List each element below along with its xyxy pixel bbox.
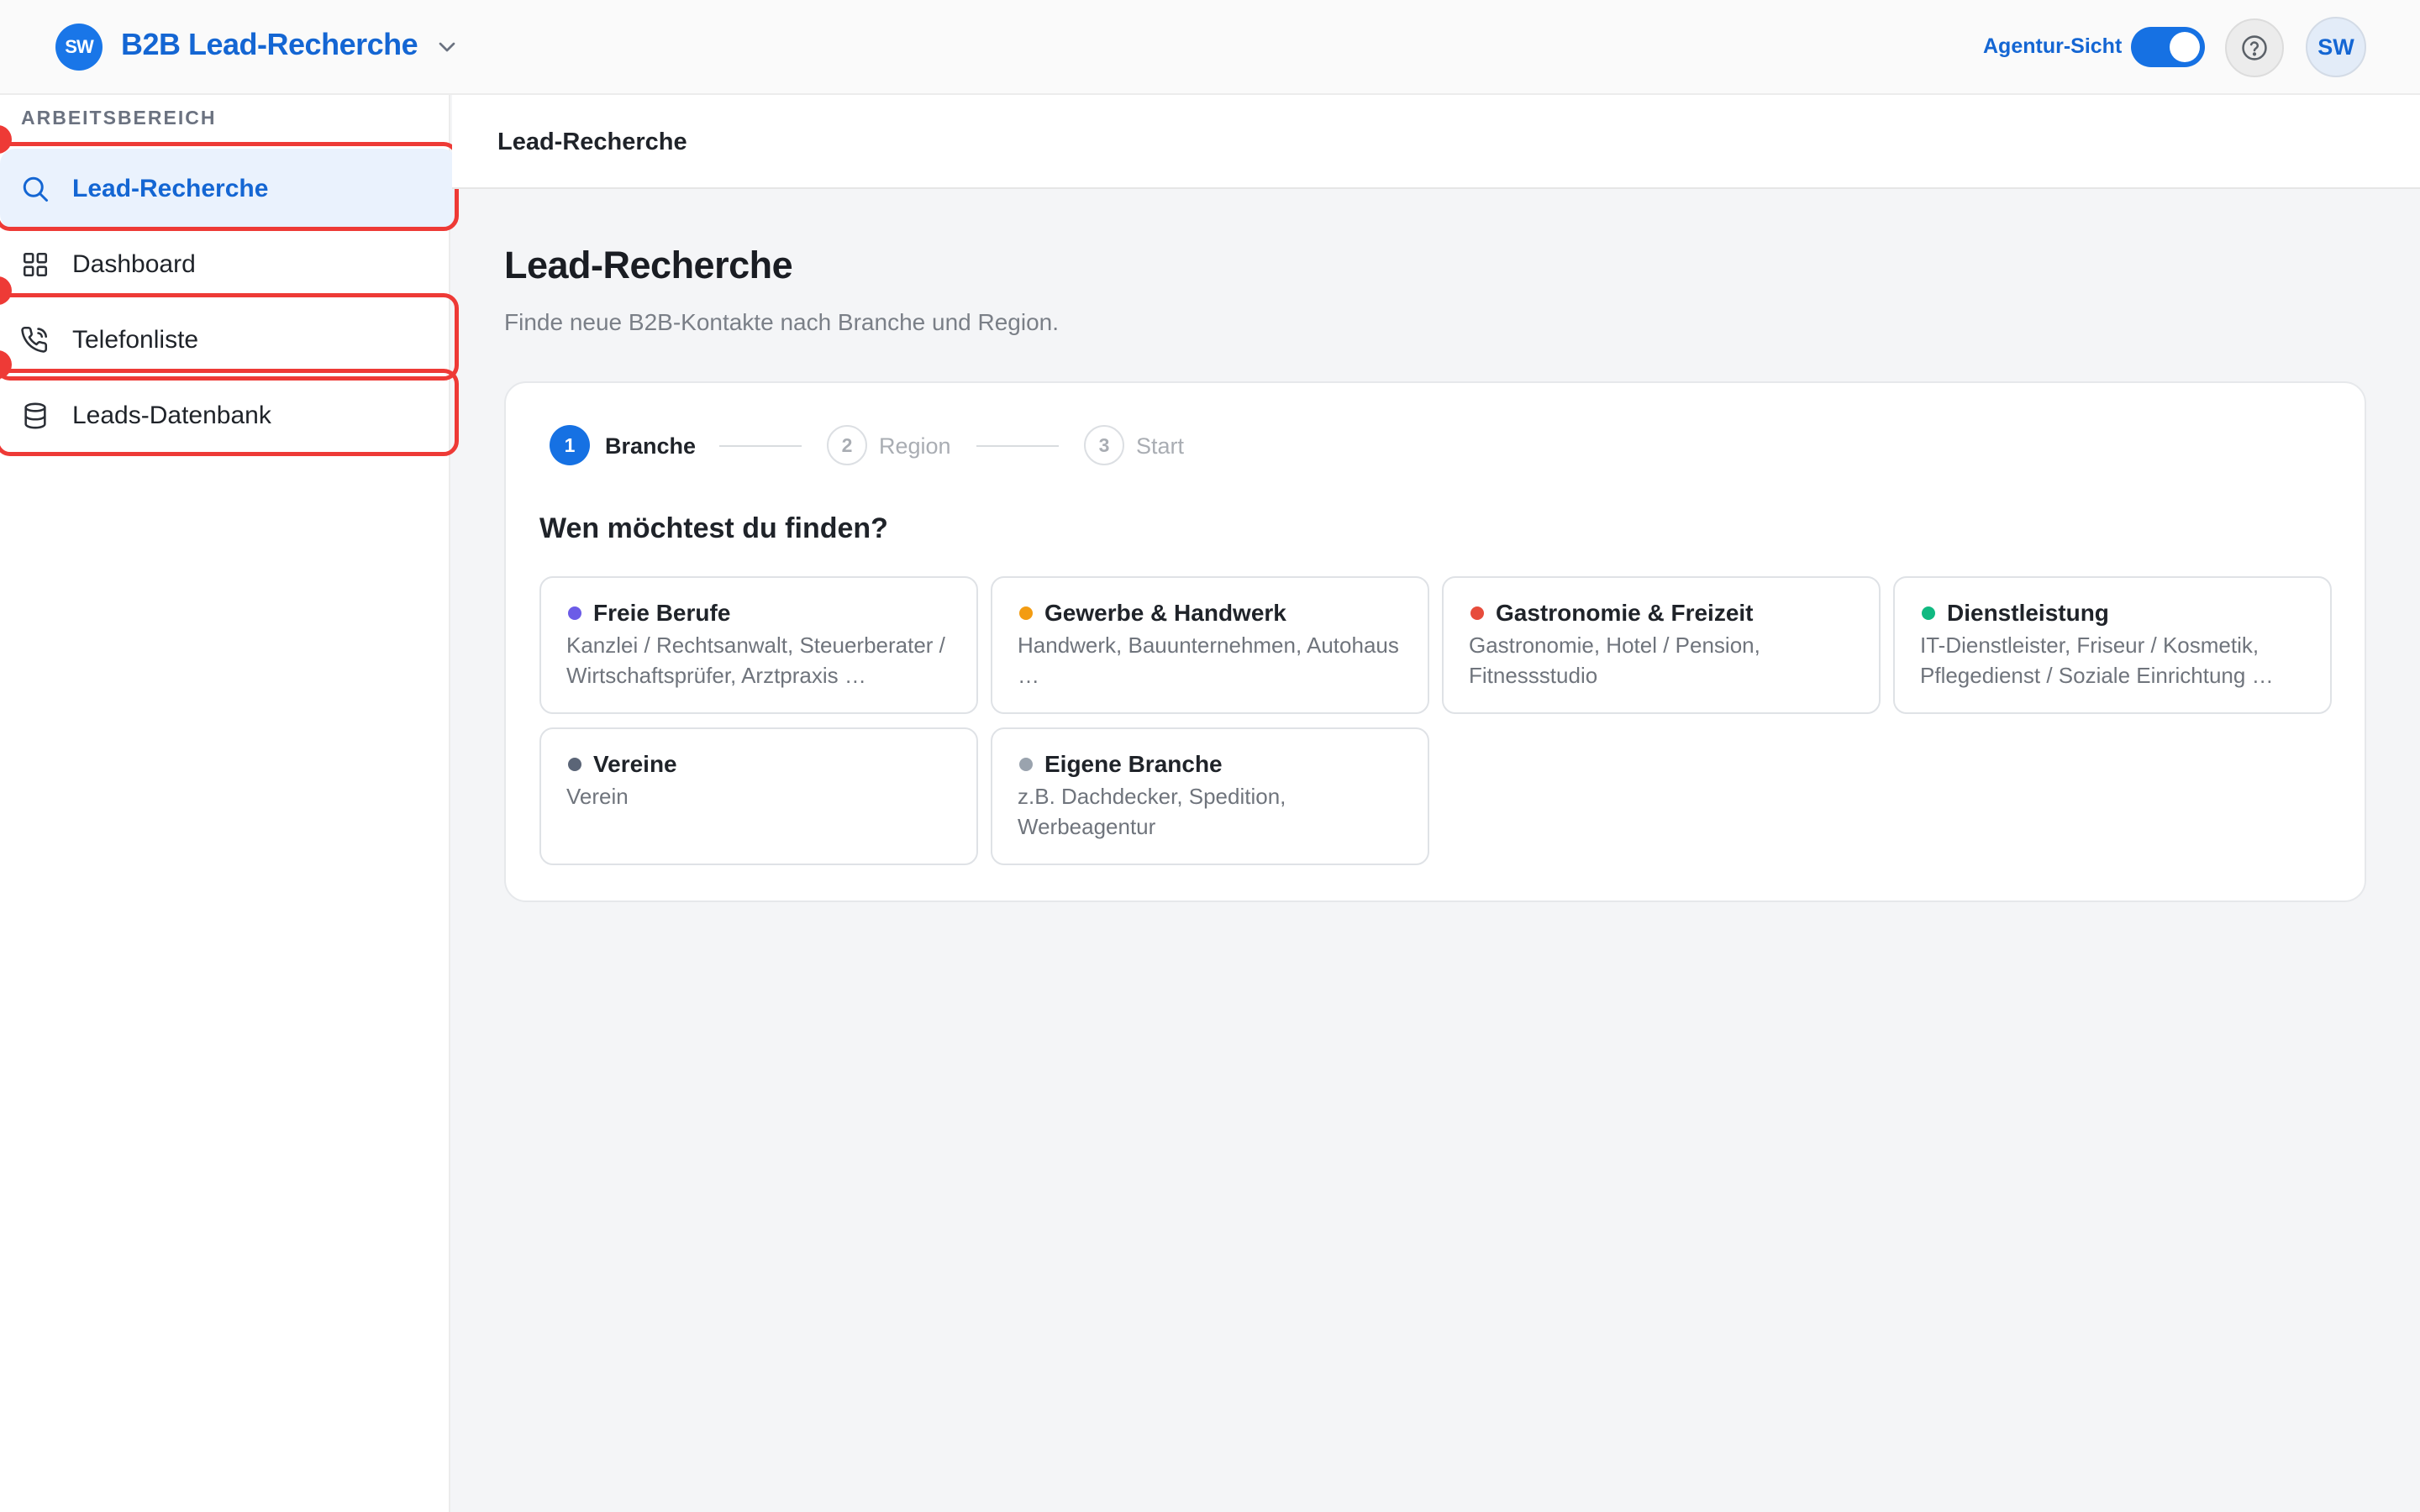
page-subtitle: Finde neue B2B-Kontakte nach Branche und… — [504, 309, 1060, 335]
industry-color-dot — [1470, 606, 1484, 620]
page-header: Lead-Recherche — [452, 95, 2420, 189]
industry-title: Eigene Branche — [1044, 751, 1223, 777]
step-2-label[interactable]: Region — [879, 433, 951, 459]
agentur-view-label: Agentur-Sicht — [1983, 34, 2123, 58]
industry-description: IT-Dienstleister, Friseur / Kosmetik, Pf… — [1920, 633, 2274, 688]
step-1-label[interactable]: Branche — [605, 433, 696, 459]
grid-icon — [18, 248, 52, 281]
industry-description: Handwerk, Bauunternehmen, Autohaus … — [1018, 633, 1399, 688]
industry-description: Verein — [566, 784, 629, 809]
industry-color-dot — [568, 758, 581, 771]
step-1-number[interactable]: 1 — [550, 425, 590, 465]
industry-title: Gastronomie & Freizeit — [1496, 600, 1754, 626]
wizard-card: 1 Branche 2 Region 3 Start Wen möchtest … — [504, 381, 2366, 902]
agentur-view-toggle[interactable] — [2131, 27, 2205, 67]
industry-description: Gastronomie, Hotel / Pension, Fitnessstu… — [1469, 633, 1760, 688]
industry-card-freie-berufe[interactable]: Freie Berufe Kanzlei / Rechtsanwalt, Ste… — [539, 576, 978, 714]
industry-color-dot — [568, 606, 581, 620]
app-title[interactable]: B2B Lead-Recherche — [121, 27, 418, 62]
industry-title: Freie Berufe — [593, 600, 731, 626]
app-logo[interactable]: SW — [55, 24, 103, 71]
page-title: Lead-Recherche — [504, 244, 793, 286]
industry-color-dot — [1019, 606, 1033, 620]
sidebar-item-leads-datenbank[interactable]: Leads-Datenbank — [0, 375, 457, 456]
sidebar-item-lead-recherche[interactable]: Lead-Recherche — [0, 149, 457, 229]
step-connector — [719, 445, 802, 447]
industry-title: Dienstleistung — [1947, 600, 2109, 626]
sidebar-item-label: Lead-Recherche — [72, 175, 269, 202]
question-heading: Wen möchtest du finden? — [539, 512, 888, 544]
sidebar-item-telefonliste[interactable]: Telefonliste — [0, 300, 457, 381]
top-bar: SW B2B Lead-Recherche Agentur-Sicht SW — [0, 0, 2420, 95]
step-2-number[interactable]: 2 — [827, 425, 867, 465]
toggle-knob — [2170, 32, 2200, 62]
sidebar-item-label: Dashboard — [72, 250, 196, 278]
user-avatar[interactable]: SW — [2306, 17, 2366, 77]
industry-card-dienstleistung[interactable]: Dienstleistung IT-Dienstleister, Friseur… — [1893, 576, 2332, 714]
industry-title: Gewerbe & Handwerk — [1044, 600, 1286, 626]
step-3-number[interactable]: 3 — [1084, 425, 1124, 465]
page-header-title: Lead-Recherche — [497, 129, 687, 155]
sidebar: ARBEITSBEREICH Lead-Recherche Dashboard … — [0, 95, 459, 1512]
industry-color-dot — [1922, 606, 1935, 620]
industry-card-gewerbe-handwerk[interactable]: Gewerbe & Handwerk Handwerk, Bauunterneh… — [991, 576, 1429, 714]
database-icon — [18, 399, 52, 433]
sidebar-item-label: Leads-Datenbank — [72, 402, 271, 429]
help-button[interactable] — [2225, 18, 2284, 77]
step-3-label[interactable]: Start — [1136, 433, 1184, 459]
search-icon — [18, 172, 52, 206]
step-connector — [976, 445, 1059, 447]
industry-description: z.B. Dachdecker, Spedition, Werbeagentur — [1018, 784, 1286, 839]
help-icon — [2242, 35, 2267, 60]
chevron-down-icon[interactable] — [434, 34, 460, 60]
industry-title: Vereine — [593, 751, 677, 777]
industry-card-vereine[interactable]: Vereine Verein — [539, 727, 978, 865]
industry-card-eigene-branche[interactable]: Eigene Branche z.B. Dachdecker, Speditio… — [991, 727, 1429, 865]
sidebar-item-label: Telefonliste — [72, 326, 199, 354]
phone-icon — [18, 323, 52, 357]
industry-color-dot — [1019, 758, 1033, 771]
industry-description: Kanzlei / Rechtsanwalt, Steuerberater / … — [566, 633, 945, 688]
sidebar-item-dashboard[interactable]: Dashboard — [0, 224, 457, 305]
industry-card-gastronomie-freizeit[interactable]: Gastronomie & Freizeit Gastronomie, Hote… — [1442, 576, 1881, 714]
sidebar-section-label: ARBEITSBEREICH — [21, 107, 217, 129]
